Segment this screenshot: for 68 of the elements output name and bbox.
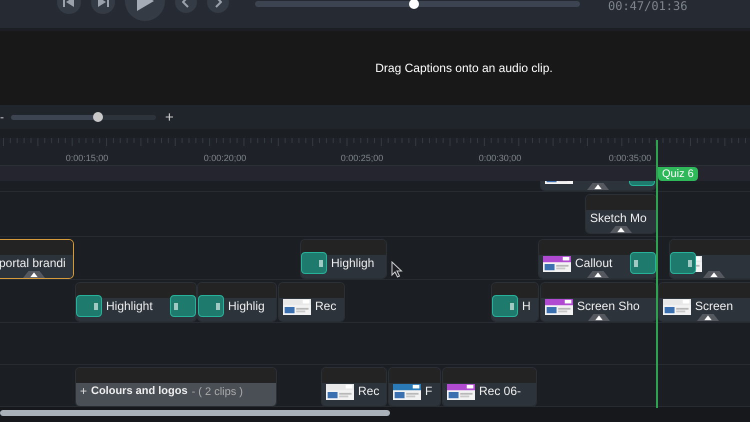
trim-handle[interactable]	[170, 295, 196, 317]
clip[interactable]: Rec 06-	[442, 367, 537, 406]
clip-label: Rec	[315, 299, 336, 314]
clip[interactable]: Rec	[278, 282, 345, 322]
effect-triangle-icon[interactable]	[23, 271, 45, 278]
clip-label: Sketch Mo	[590, 211, 647, 226]
clip-label: Callout	[575, 256, 612, 271]
clip[interactable]: Callout	[538, 239, 657, 279]
clip[interactable]: H	[491, 282, 539, 322]
clip-label: portal brandi	[0, 256, 66, 271]
grip-icon	[174, 302, 178, 310]
effect-triangle-icon[interactable]	[587, 183, 609, 190]
trim-handle[interactable]	[76, 295, 102, 317]
clip[interactable]: F	[388, 367, 441, 406]
zoom-track[interactable]	[11, 114, 156, 120]
grip-icon	[688, 260, 692, 266]
grip-icon	[216, 302, 220, 310]
clip-label: Rec	[358, 384, 380, 399]
clip-count: - ( 2 clips )	[192, 385, 243, 400]
effect-triangle-icon[interactable]	[703, 271, 725, 278]
zoom-thumb[interactable]	[93, 112, 103, 122]
grip-icon	[510, 302, 514, 310]
clip[interactable]: Highligh	[300, 239, 387, 279]
ruler-label: 0:00:20;00	[204, 152, 246, 165]
clip-label: F	[425, 384, 432, 399]
clip[interactable]: Highlig	[197, 282, 277, 322]
clip-label: H	[522, 299, 531, 314]
clip-label: Screen	[695, 299, 734, 314]
expand-button[interactable]: +	[80, 384, 88, 398]
clip[interactable]: Highlight	[75, 282, 197, 322]
cursor-icon	[391, 261, 403, 278]
ruler-label: 0:00:15;00	[66, 152, 108, 165]
clip-label: Rec 06-	[479, 384, 522, 399]
time-display: 00:47/01:36	[608, 0, 688, 15]
clip-label: Highlight	[106, 299, 153, 314]
clip-label: Screen Sho	[577, 299, 640, 314]
clip-label: Highligh	[331, 256, 374, 271]
effect-triangle-icon[interactable]	[697, 314, 719, 321]
zoom-out-button[interactable]: -	[0, 111, 4, 123]
clip[interactable]	[669, 239, 750, 279]
clip[interactable]: Rec	[321, 367, 387, 406]
captions-message: Drag Captions onto an audio clip.	[375, 60, 553, 77]
ruler-label: 0:00:25;00	[340, 152, 384, 165]
ruler-label: 0:00:35;00	[608, 152, 652, 165]
clip[interactable]: Screen	[658, 282, 750, 322]
zoom-in-button[interactable]: +	[165, 110, 174, 124]
clip-label: Highlig	[228, 299, 265, 314]
grip-icon	[634, 260, 638, 266]
trim-handle[interactable]	[301, 252, 327, 274]
clip[interactable]: portal brandi	[0, 239, 74, 279]
effect-triangle-icon[interactable]	[588, 314, 610, 321]
clip[interactable]: Screen Sho	[540, 282, 657, 322]
time-ruler[interactable]: 0:00:15;00 0:00:20;00 0:00:25;00 0:00:30;00 0:00:35;00	[0, 138, 750, 166]
ruler-label: 0:00:30;00	[478, 152, 522, 165]
effect-triangle-icon[interactable]	[586, 271, 608, 278]
grip-icon	[94, 302, 98, 310]
trim-handle[interactable]	[492, 295, 518, 317]
seek-track[interactable]	[255, 1, 580, 7]
seek-thumb[interactable]	[409, 0, 420, 9]
trim-handle[interactable]	[198, 295, 224, 317]
clip-label: Colours and logos	[91, 384, 188, 399]
clip-group[interactable]: + Colours and logos - ( 2 clips )	[75, 367, 277, 406]
scrollbar-thumb[interactable]	[0, 410, 390, 416]
clip[interactable]: Sketch Mo	[585, 194, 657, 234]
effect-triangle-icon[interactable]	[610, 226, 632, 233]
trim-handle[interactable]	[670, 252, 696, 274]
trim-handle[interactable]	[630, 252, 656, 274]
grip-icon	[319, 260, 323, 266]
